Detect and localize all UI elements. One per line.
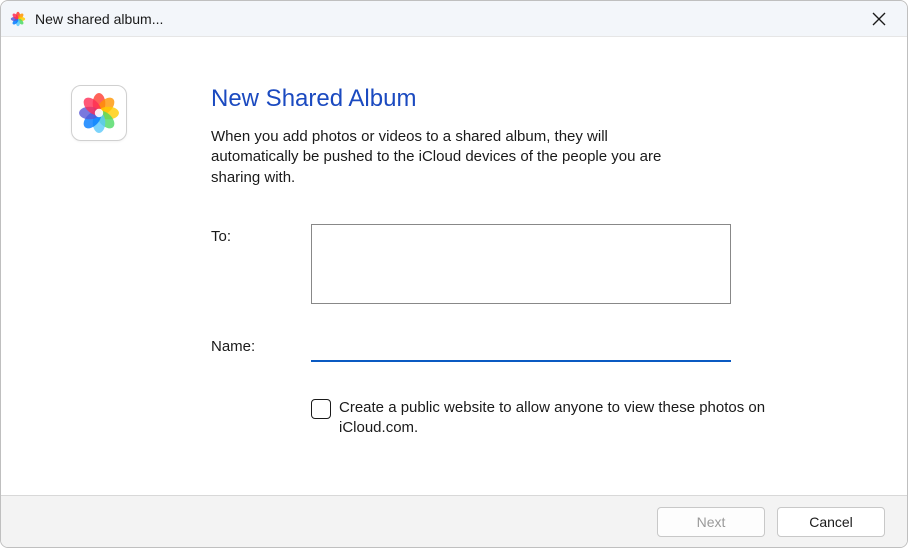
public-website-label: Create a public website to allow anyone …	[339, 398, 829, 439]
dialog-footer: Next Cancel	[1, 495, 907, 547]
photos-app-icon	[71, 85, 127, 141]
name-label: Name:	[211, 334, 311, 355]
to-row: To:	[211, 224, 847, 304]
cancel-button[interactable]: Cancel	[777, 507, 885, 537]
name-row: Name:	[211, 334, 847, 362]
titlebar-app-icon	[9, 10, 27, 28]
main-column: New Shared Album When you add photos or …	[171, 85, 847, 475]
titlebar: New shared album...	[1, 1, 907, 37]
icon-column	[71, 85, 171, 475]
to-label: To:	[211, 224, 311, 245]
public-website-row: Create a public website to allow anyone …	[211, 398, 847, 439]
next-button[interactable]: Next	[657, 507, 765, 537]
dialog-window: New shared album...	[0, 0, 908, 548]
dialog-content: New Shared Album When you add photos or …	[1, 37, 907, 495]
dialog-heading: New Shared Album	[211, 85, 847, 113]
close-button[interactable]	[859, 1, 899, 37]
name-input[interactable]	[311, 334, 731, 362]
dialog-description: When you add photos or videos to a share…	[211, 127, 681, 188]
public-website-checkbox[interactable]	[311, 399, 331, 419]
to-input[interactable]	[311, 224, 731, 304]
close-icon	[872, 12, 886, 26]
window-title: New shared album...	[35, 11, 859, 27]
